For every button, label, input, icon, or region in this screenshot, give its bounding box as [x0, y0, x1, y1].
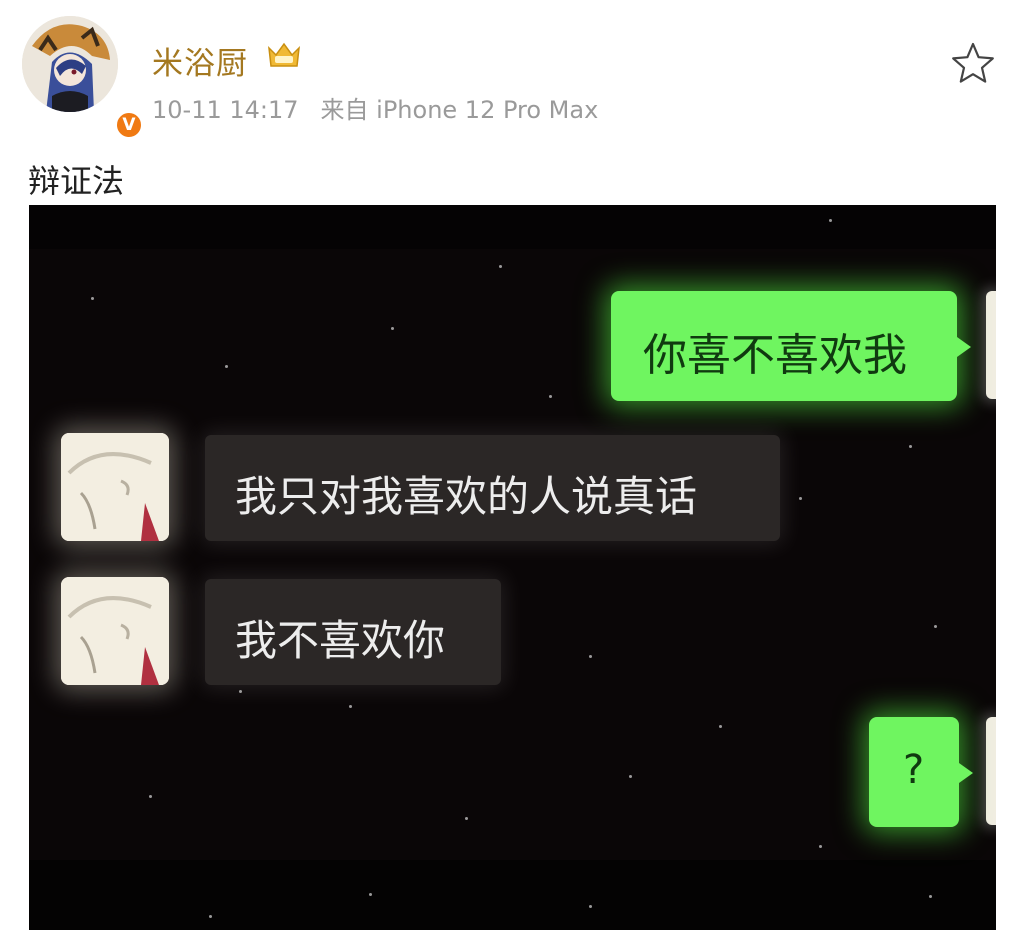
username[interactable]: 米浴厨: [152, 38, 248, 83]
star-dot: [549, 395, 552, 398]
message-text: 我只对我喜欢的人说真话: [235, 472, 698, 521]
star-dot: [799, 497, 802, 500]
star-dot: [934, 625, 937, 628]
post-source[interactable]: 来自 iPhone 12 Pro Max: [321, 96, 599, 124]
star-dot: [819, 845, 822, 848]
star-dot: [239, 690, 242, 693]
message-bubble-left[interactable]: 我不喜欢你: [205, 579, 501, 685]
star-dot: [369, 893, 372, 896]
image-top-band: [29, 205, 996, 249]
star-dot: [499, 265, 502, 268]
star-dot: [719, 725, 722, 728]
message-bubble-right[interactable]: ?: [869, 717, 973, 827]
message-bubble-right[interactable]: 你喜不喜欢我: [611, 291, 971, 401]
star-dot: [225, 365, 228, 368]
star-dot: [929, 895, 932, 898]
self-avatar: [986, 291, 996, 399]
vip-crown-icon[interactable]: [266, 40, 302, 74]
message-text: ?: [903, 747, 925, 793]
post-timestamp: 10-11 14:17: [152, 96, 299, 124]
message-text: 我不喜欢你: [235, 616, 446, 665]
star-icon[interactable]: [950, 40, 996, 90]
star-dot: [465, 817, 468, 820]
post-text: 辩证法: [28, 162, 125, 200]
star-dot: [209, 915, 212, 918]
star-dot: [91, 297, 94, 300]
self-avatar: [986, 717, 996, 825]
star-dot: [589, 905, 592, 908]
star-dot: [909, 445, 912, 448]
verified-badge-icon: V: [114, 110, 144, 140]
message-bubble-left[interactable]: 我只对我喜欢的人说真话: [205, 435, 780, 541]
star-dot: [391, 327, 394, 330]
user-avatar-icon: [22, 16, 118, 112]
message-text: 你喜不喜欢我: [643, 330, 907, 381]
contact-avatar[interactable]: [61, 433, 169, 541]
star-dot: [829, 219, 832, 222]
star-dot: [349, 705, 352, 708]
star-dot: [589, 655, 592, 658]
post-image[interactable]: 你喜不喜欢我 我只对我喜欢的人说真话 我不喜欢你 ?: [29, 205, 996, 930]
star-dot: [149, 795, 152, 798]
user-avatar[interactable]: V: [22, 16, 144, 140]
star-dot: [629, 775, 632, 778]
image-bottom-band: [29, 860, 996, 930]
post-meta: 10-11 14:17 来自 iPhone 12 Pro Max: [152, 90, 620, 125]
contact-avatar[interactable]: [61, 577, 169, 685]
